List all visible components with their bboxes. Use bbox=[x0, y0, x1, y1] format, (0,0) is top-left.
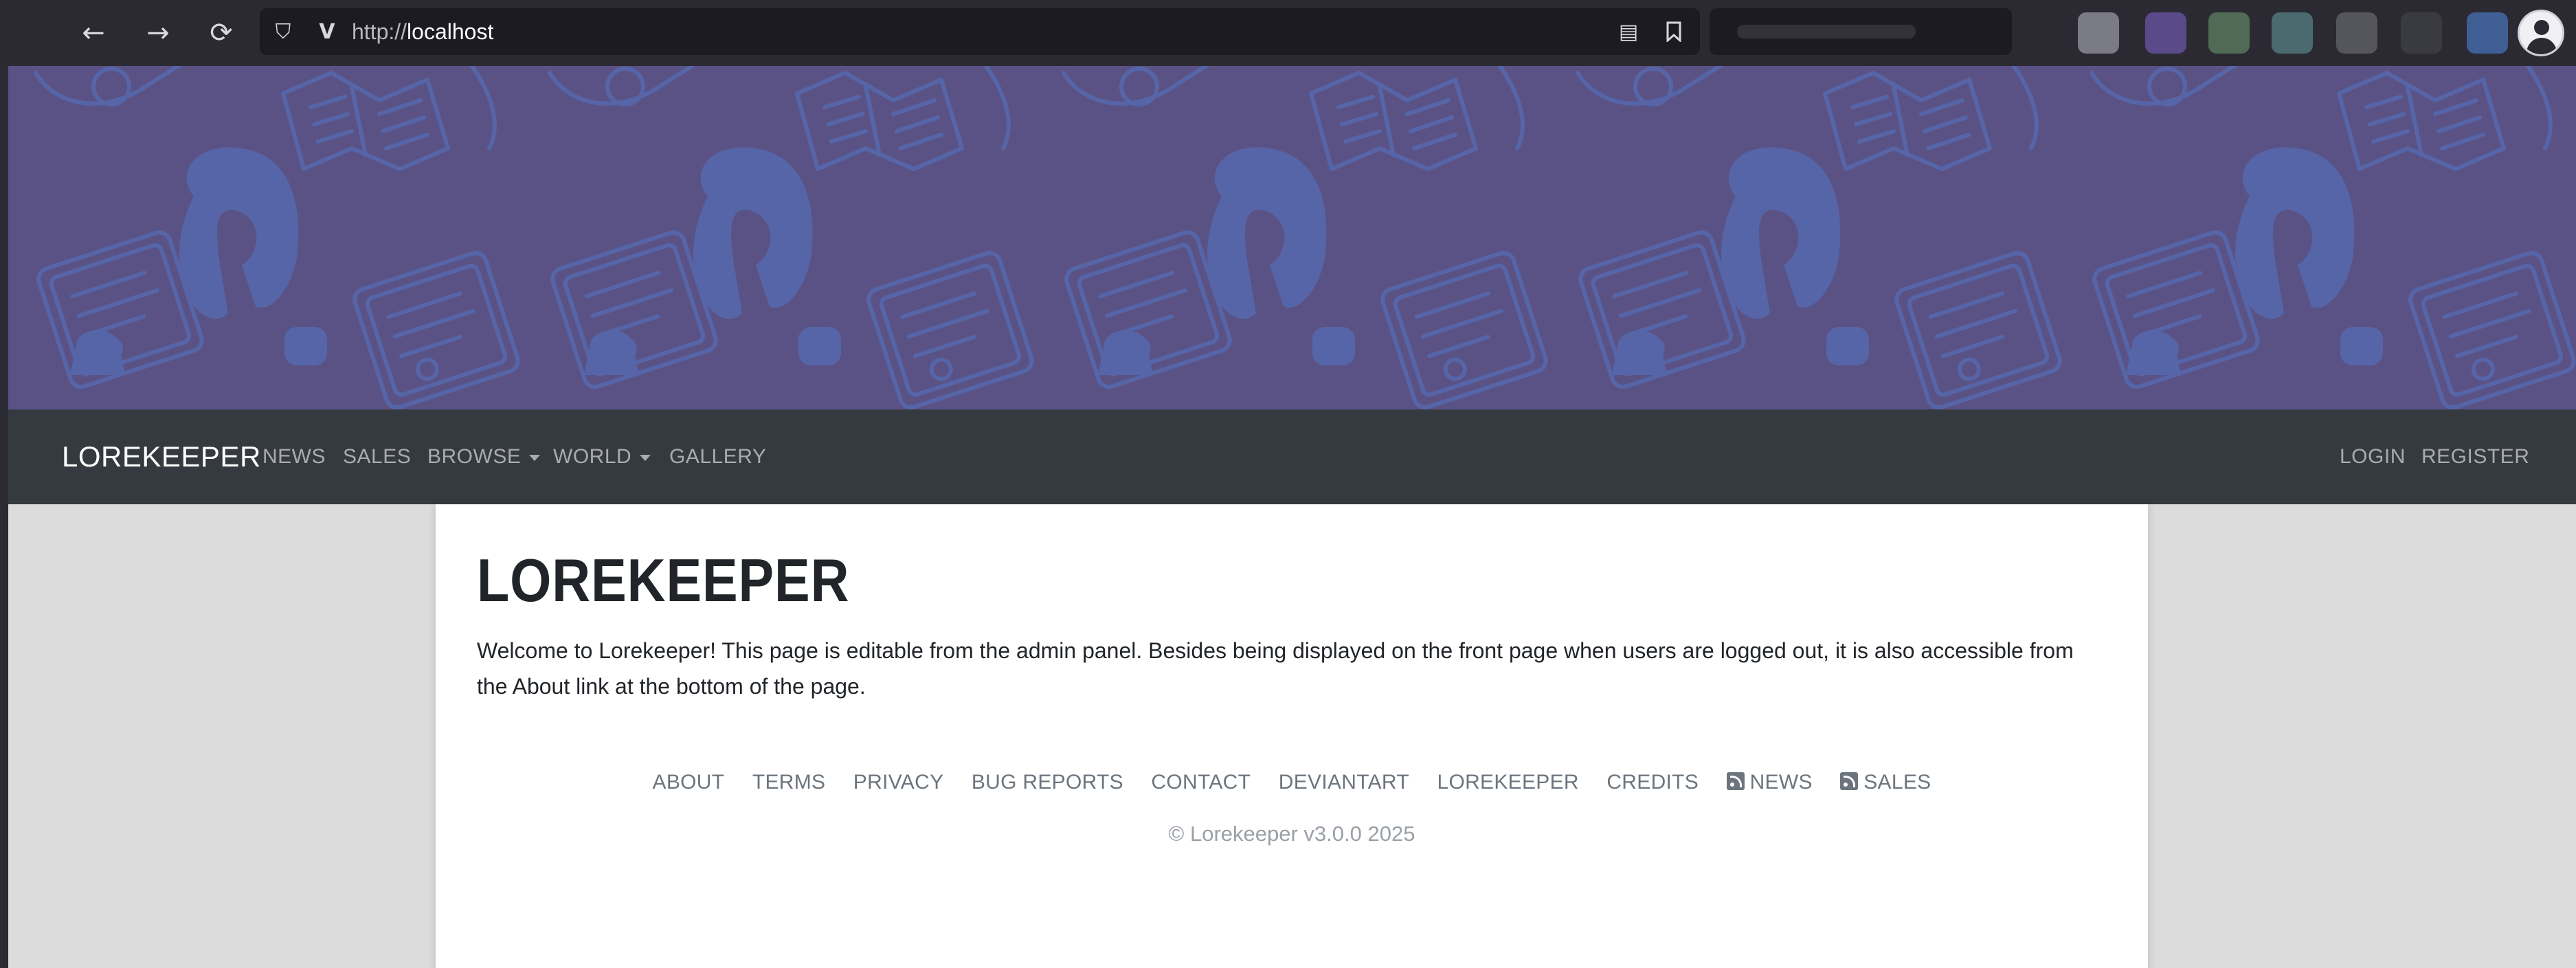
extension-icon[interactable] bbox=[2078, 12, 2119, 54]
site-identity-icon[interactable]: V bbox=[312, 16, 342, 47]
avatar-head bbox=[2534, 20, 2549, 35]
extension-icon[interactable] bbox=[2467, 12, 2508, 54]
nav-browse-dropdown[interactable]: BROWSE bbox=[427, 409, 541, 504]
url-host: localhost bbox=[407, 19, 494, 44]
rss-icon bbox=[1840, 772, 1859, 790]
footer-about[interactable]: ABOUT bbox=[653, 771, 725, 794]
nav-login[interactable]: LOGIN bbox=[2340, 409, 2406, 504]
footer-terms[interactable]: TERMS bbox=[752, 771, 826, 794]
browser-toolbar: ← → ⟳ ⛉ V http://localhost ▤ bbox=[0, 0, 2576, 66]
rss-icon bbox=[1726, 772, 1745, 790]
footer-bug-reports[interactable]: BUG REPORTS bbox=[972, 771, 1123, 794]
account-avatar[interactable] bbox=[2518, 10, 2564, 56]
nav-browse-label: BROWSE bbox=[427, 445, 522, 468]
nav-news[interactable]: NEWS bbox=[262, 409, 326, 504]
back-icon[interactable]: ← bbox=[73, 12, 114, 54]
chevron-down-icon bbox=[529, 454, 541, 461]
footer-credits[interactable]: CREDITS bbox=[1606, 771, 1699, 794]
footer-contact[interactable]: CONTACT bbox=[1151, 771, 1251, 794]
forward-icon[interactable]: → bbox=[137, 12, 179, 54]
search-bar[interactable] bbox=[1710, 8, 2012, 55]
nav-world-label: WORLD bbox=[553, 445, 632, 468]
url-text[interactable]: http://localhost bbox=[352, 8, 493, 55]
nav-sales[interactable]: SALES bbox=[343, 409, 411, 504]
footer-privacy[interactable]: PRIVACY bbox=[853, 771, 944, 794]
address-bar[interactable]: ⛉ V http://localhost ▤ bbox=[260, 8, 1700, 55]
extension-icon[interactable] bbox=[2145, 12, 2186, 54]
header-banner bbox=[8, 66, 2576, 409]
search-placeholder-blur bbox=[1737, 25, 1916, 38]
footer-sales-label: SALES bbox=[1863, 771, 1931, 793]
extension-icon[interactable] bbox=[2336, 12, 2377, 54]
nav-world-dropdown[interactable]: WORLD bbox=[553, 409, 651, 504]
brand-link[interactable]: LOREKEEPER bbox=[62, 409, 261, 504]
nav-gallery[interactable]: GALLERY bbox=[669, 409, 766, 504]
copyright-text: © Lorekeeper v3.0.0 2025 bbox=[1168, 822, 1415, 846]
chevron-down-icon bbox=[640, 454, 651, 461]
reload-icon[interactable]: ⟳ bbox=[201, 12, 242, 54]
extension-icon[interactable] bbox=[2401, 12, 2442, 54]
footer-deviantart[interactable]: DEVIANTART bbox=[1279, 771, 1409, 794]
footer-links: ABOUT TERMS PRIVACY BUG REPORTS CONTACT … bbox=[436, 771, 2148, 805]
footer-lorekeeper[interactable]: LOREKEEPER bbox=[1437, 771, 1578, 794]
site-navbar: LOREKEEPER NEWS SALES BROWSE WORLD GALLE… bbox=[8, 409, 2576, 504]
banner-pattern bbox=[8, 66, 2576, 409]
reader-view-icon[interactable]: ▤ bbox=[1613, 16, 1644, 47]
footer-sales-feed[interactable]: SALES bbox=[1840, 771, 1931, 794]
extension-icon[interactable] bbox=[2272, 12, 2313, 54]
bookmark-glyph bbox=[1666, 21, 1681, 42]
nav-register[interactable]: REGISTER bbox=[2421, 409, 2529, 504]
url-protocol: http:// bbox=[352, 19, 407, 44]
page-title: LOREKEEPER bbox=[477, 546, 850, 614]
shield-icon[interactable]: ⛉ bbox=[268, 16, 298, 47]
welcome-text: Welcome to Lorekeeper! This page is edit… bbox=[477, 638, 2074, 699]
main-content-card: LOREKEEPER Welcome to Lorekeeper! This p… bbox=[436, 504, 2148, 968]
page-viewport: LOREKEEPER NEWS SALES BROWSE WORLD GALLE… bbox=[8, 66, 2576, 968]
avatar-torso bbox=[2527, 38, 2557, 54]
bookmark-icon[interactable] bbox=[1659, 16, 1689, 47]
extension-icon[interactable] bbox=[2208, 12, 2250, 54]
footer-news-label: NEWS bbox=[1749, 771, 1813, 793]
footer-news-feed[interactable]: NEWS bbox=[1726, 771, 1813, 794]
